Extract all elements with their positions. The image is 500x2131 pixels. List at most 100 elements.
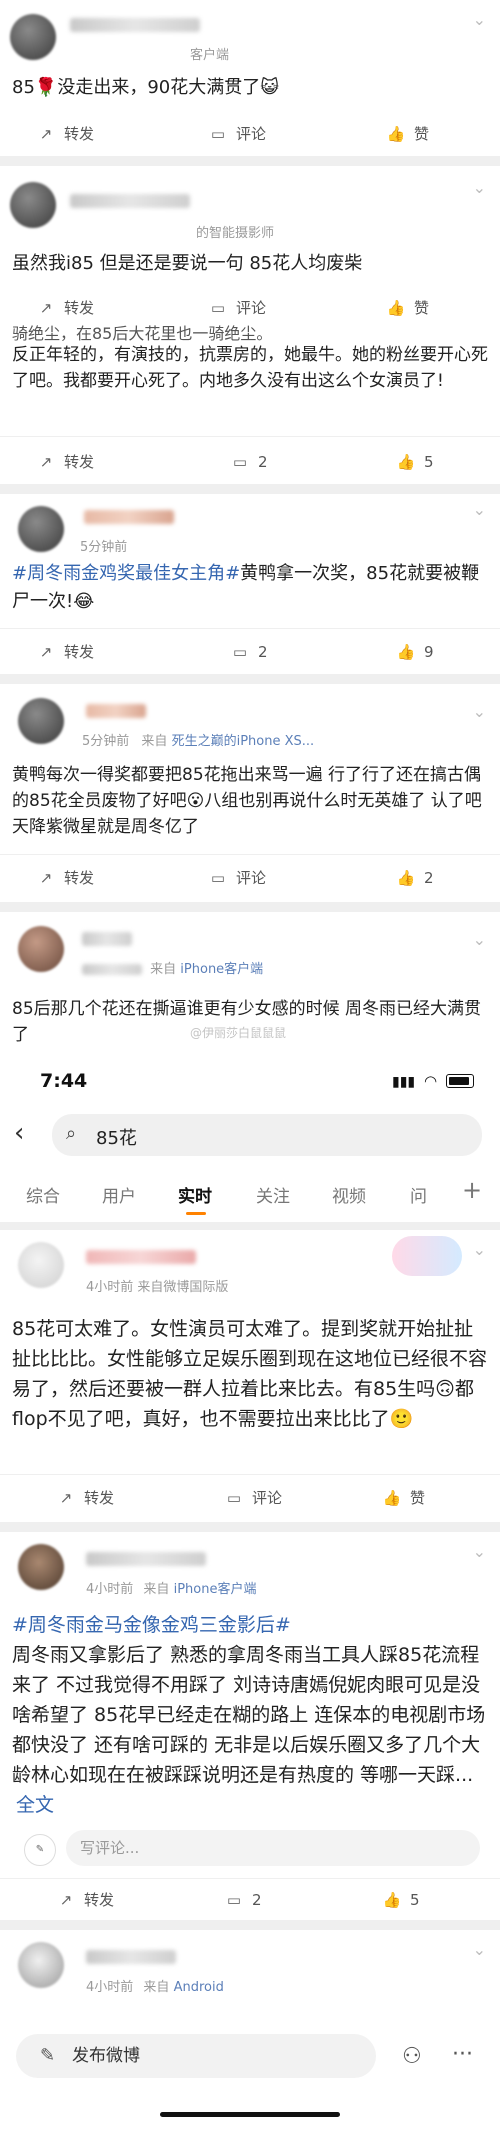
like-button[interactable]: 👍 赞 xyxy=(382,1480,425,1516)
device-link[interactable]: 死生之巅的iPhone XS... xyxy=(172,734,315,749)
search-icon: ⌕ xyxy=(66,1123,77,1144)
search-query: 85花 xyxy=(96,1128,137,1149)
post-body: 周冬雨又拿影后了 熟悉的拿周冬雨当工具人踩85花流程来了 不过我觉得不用踩了 刘… xyxy=(12,1644,486,1786)
comment-input[interactable]: 写评论... xyxy=(66,1830,480,1866)
post-actions: ↗ 转发 ▭ 2 👍 9 xyxy=(0,634,500,670)
chevron-down-icon[interactable]: ⌄ xyxy=(473,10,486,29)
avatar[interactable] xyxy=(10,14,56,60)
user-name-blurred[interactable] xyxy=(86,704,146,718)
hashtag-link[interactable]: #周冬雨金鸡奖最佳女主角# xyxy=(12,563,240,584)
avatar[interactable] xyxy=(10,182,56,228)
avatar[interactable] xyxy=(18,1242,64,1288)
chevron-down-icon[interactable]: ⌄ xyxy=(473,1240,486,1259)
tab-qa[interactable]: 问 xyxy=(410,1182,427,1207)
tab-realtime[interactable]: 实时 xyxy=(178,1182,212,1207)
battery-icon xyxy=(446,1074,474,1088)
avatar[interactable] xyxy=(18,1544,64,1590)
status-bar: 7:44 ▮▮▮ ◠ xyxy=(0,1060,500,1104)
comment-button[interactable]: ▭ 2 xyxy=(230,444,268,480)
post-card-7: 4小时前 来自 iPhone客户端 ⌄ #周冬雨金马金像金鸡三金影后# 周冬雨又… xyxy=(0,1532,500,1920)
repost-icon: ↗ xyxy=(59,1891,73,1909)
user-name-blurred[interactable] xyxy=(70,194,190,208)
post-card-3: 5分钟前 ⌄ #周冬雨金鸡奖最佳女主角#黄鸭拿一次奖，85花就要被鞭尸一次!😂 … xyxy=(0,494,500,674)
post-time-blurred xyxy=(82,964,142,975)
back-icon[interactable]: ‹ xyxy=(14,1118,24,1148)
comment-button[interactable]: ▭ 评论 xyxy=(208,860,266,896)
tab-video[interactable]: 视频 xyxy=(332,1182,366,1207)
like-button[interactable]: 👍 5 xyxy=(396,444,434,480)
repost-button[interactable]: ↗ 转发 xyxy=(36,444,94,480)
repost-button[interactable]: ↗ 转发 xyxy=(56,1480,114,1516)
repost-icon: ↗ xyxy=(39,125,53,143)
device-link[interactable]: iPhone客户端 xyxy=(174,1582,257,1597)
comment-button[interactable]: ▭ 2 xyxy=(230,634,268,670)
tab-follow[interactable]: 关注 xyxy=(256,1182,290,1207)
user-name-blurred[interactable] xyxy=(86,1552,206,1566)
more-icon[interactable]: ··· xyxy=(452,2042,473,2067)
post-actions: ↗ 转发 ▭ 评论 👍 赞 xyxy=(0,1480,500,1516)
post-text: 85花可太难了。女性演员可太难了。提到奖就开始扯扯扯比比比。女性能够立足娱乐圈到… xyxy=(12,1318,488,1430)
user-name-blurred[interactable] xyxy=(70,18,200,32)
divider xyxy=(0,436,500,437)
comment-count: 2 xyxy=(258,453,268,471)
avatar[interactable] xyxy=(18,506,64,552)
post-source: 4小时前 来自 iPhone客户端 xyxy=(86,1578,256,1597)
chevron-down-icon[interactable]: ⌄ xyxy=(473,1940,486,1959)
like-button[interactable]: 👍 5 xyxy=(382,1882,420,1918)
post-source: 4小时前 来自微博国际版 xyxy=(86,1280,229,1295)
add-tab-icon[interactable]: + xyxy=(462,1176,482,1204)
like-button[interactable]: 👍 9 xyxy=(396,634,434,670)
user-name-blurred[interactable] xyxy=(86,1250,196,1264)
chevron-down-icon[interactable]: ⌄ xyxy=(473,1542,486,1561)
chevron-down-icon[interactable]: ⌄ xyxy=(473,702,486,721)
comment-button[interactable]: ▭ 评论 xyxy=(208,116,266,152)
like-button[interactable]: 👍 2 xyxy=(396,860,434,896)
compose-button[interactable]: ✎ 发布微博 xyxy=(16,2034,376,2078)
repost-label: 转发 xyxy=(64,299,95,317)
divider xyxy=(0,1878,500,1879)
repost-button[interactable]: ↗ 转发 xyxy=(56,1882,114,1918)
post-card-2: 的智能摄影师 ⌄ 虽然我i85 但是还是要说一句 85花人均废柴 ↗ 转发 ▭ 评论… xyxy=(0,166,500,484)
avatar[interactable] xyxy=(18,1942,64,1988)
repost-label: 转发 xyxy=(64,869,95,887)
post-text: #周冬雨金鸡奖最佳女主角#黄鸭拿一次奖，85花就要被鞭尸一次!😂 xyxy=(12,560,488,616)
search-box[interactable]: ⌕ 85花 xyxy=(52,1114,482,1156)
user-name-blurred[interactable] xyxy=(84,510,174,524)
post-text-line1: 虽然我i85 但是还是要说一句 85花人均废柴 xyxy=(12,253,363,274)
repost-icon: ↗ xyxy=(59,1489,73,1507)
avatar[interactable] xyxy=(18,926,64,972)
repost-button[interactable]: ↗ 转发 xyxy=(36,116,94,152)
chevron-down-icon[interactable]: ⌄ xyxy=(473,500,486,519)
like-button[interactable]: 👍 赞 xyxy=(386,116,429,152)
card-gap xyxy=(0,156,500,166)
hashtag-link[interactable]: #周冬雨金马金像金鸡三金影后# xyxy=(12,1610,488,1640)
card-gap xyxy=(0,484,500,494)
from-label: 来自 xyxy=(141,734,168,749)
search-header: ‹ ⌕ 85花 xyxy=(0,1104,500,1168)
comment-button[interactable]: ▭ 评论 xyxy=(224,1480,282,1516)
bottom-bar: ✎ 发布微博 ⚇ ··· xyxy=(0,2020,500,2131)
user-name-blurred[interactable] xyxy=(82,932,132,946)
post-actions: ↗ 转发 ▭ 2 👍 5 xyxy=(0,1882,500,1918)
user-name-blurred[interactable] xyxy=(86,1950,176,1964)
avatar[interactable] xyxy=(18,698,64,744)
share-icon[interactable]: ⚇ xyxy=(402,2044,422,2069)
post-text: 85🌹没走出来，90花大满贯了😺 xyxy=(12,77,279,98)
card-gap xyxy=(0,902,500,912)
sticker-decoration xyxy=(392,1236,462,1276)
device-link[interactable]: iPhone客户端 xyxy=(180,962,263,977)
like-count: 9 xyxy=(424,643,434,661)
comment-button[interactable]: ▭ 2 xyxy=(224,1882,262,1918)
tab-comprehensive[interactable]: 综合 xyxy=(26,1182,60,1207)
repost-button[interactable]: ↗ 转发 xyxy=(36,860,94,896)
divider xyxy=(0,628,500,629)
comment-icon: ▭ xyxy=(210,869,226,887)
repost-button[interactable]: ↗ 转发 xyxy=(36,634,94,670)
device-link[interactable]: Android xyxy=(174,1980,224,1995)
tab-users[interactable]: 用户 xyxy=(102,1182,136,1207)
card-gap xyxy=(0,1222,500,1230)
chevron-down-icon[interactable]: ⌄ xyxy=(473,178,486,197)
full-text-link[interactable]: 全文 xyxy=(16,1794,54,1816)
from-label: 来自 xyxy=(150,962,177,977)
chevron-down-icon[interactable]: ⌄ xyxy=(473,930,486,949)
